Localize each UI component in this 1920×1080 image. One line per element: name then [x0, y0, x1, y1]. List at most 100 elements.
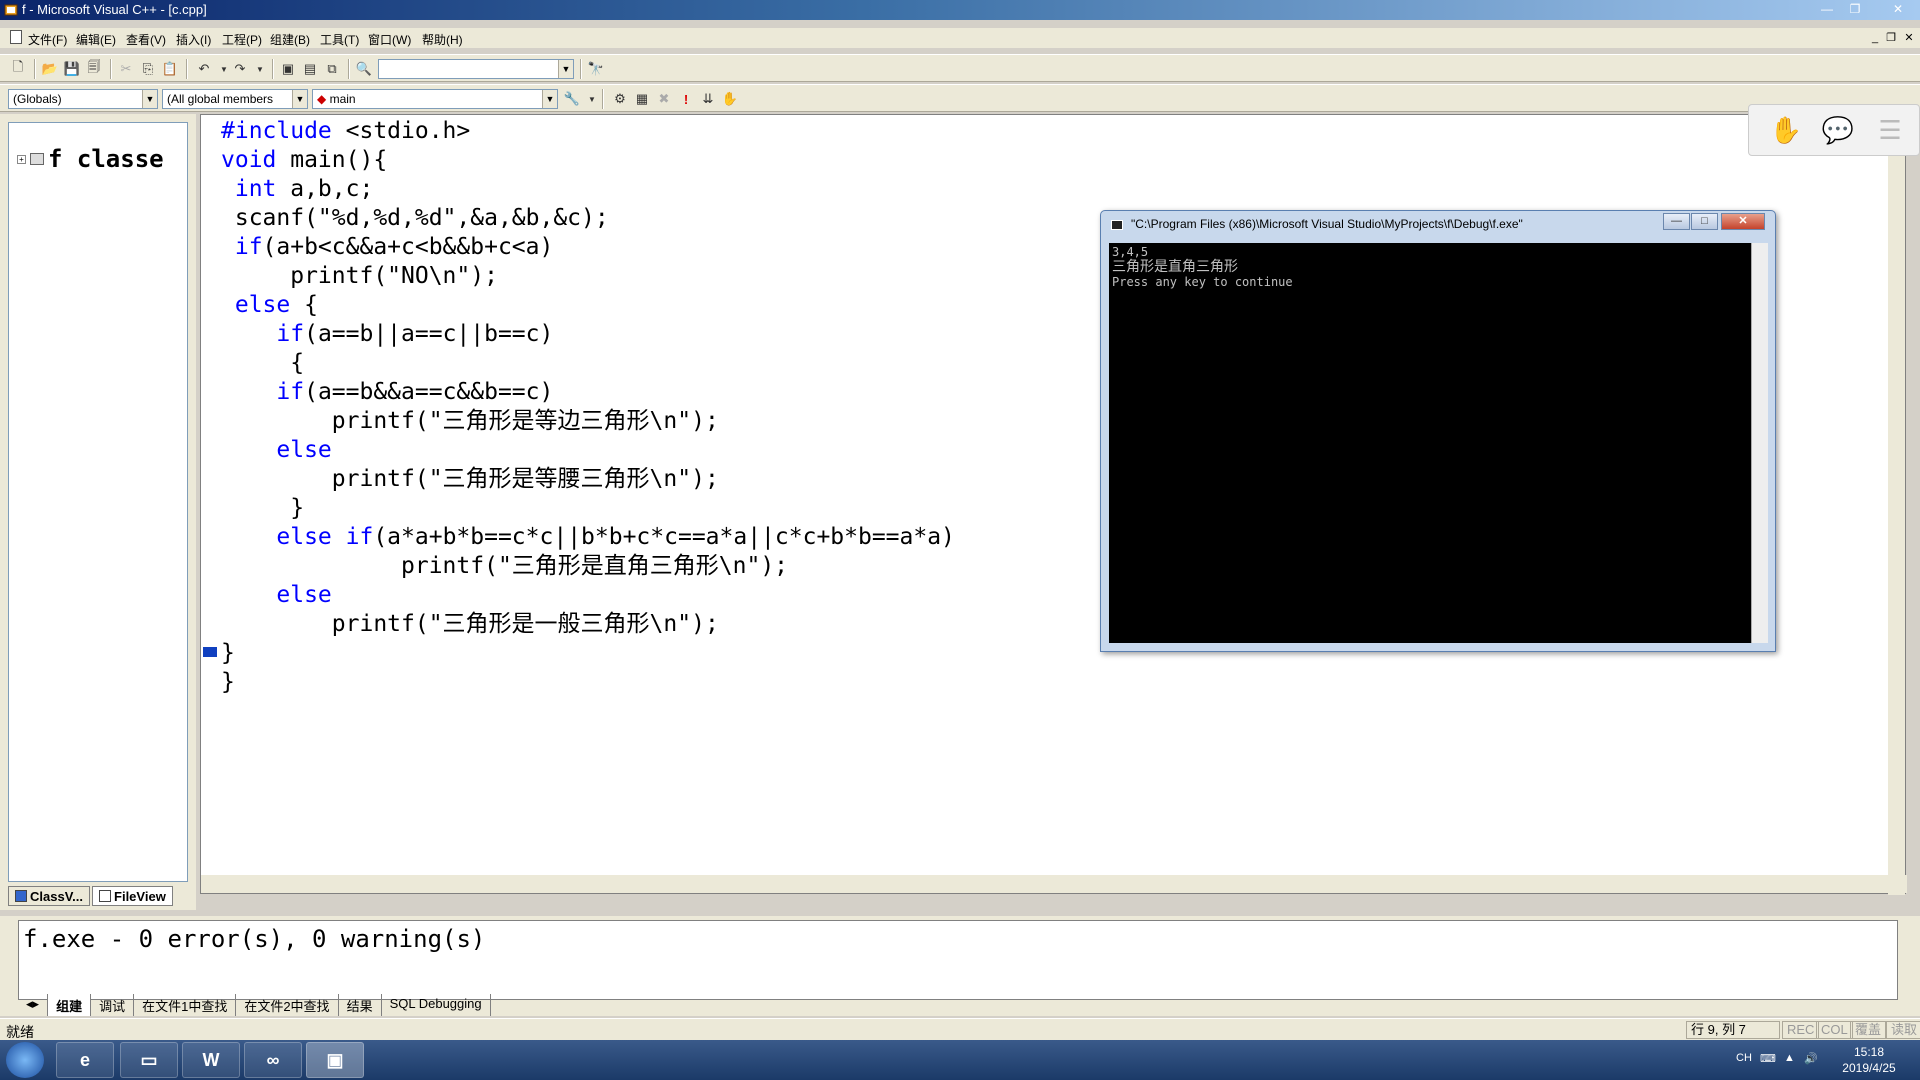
- execute-icon[interactable]: !: [676, 89, 696, 109]
- tab-file-view[interactable]: FileView: [92, 886, 173, 906]
- code-keyword: #include: [221, 118, 332, 144]
- toolbar-separator: [348, 59, 350, 79]
- tab-debug[interactable]: 调试: [91, 994, 135, 1016]
- menu-insert[interactable]: 插入(I): [176, 31, 211, 48]
- class-view-tree[interactable]: + f classe: [8, 122, 188, 882]
- expand-icon[interactable]: +: [17, 154, 26, 164]
- mdi-minimize-button[interactable]: _: [1868, 31, 1882, 45]
- mdi-restore-button[interactable]: ❐: [1884, 31, 1898, 45]
- taskbar: e ▭ W ∞ ▣ CH ⌨ ▲ 🔊 15:18 2019/4/25: [0, 1040, 1920, 1080]
- code-keyword: int: [221, 176, 277, 202]
- wizard-dropdown-icon[interactable]: ▼: [582, 89, 602, 109]
- redo-icon[interactable]: ↷: [230, 59, 250, 79]
- console-scrollbar[interactable]: [1751, 243, 1768, 643]
- minimize-button[interactable]: —: [1814, 1, 1840, 18]
- menu-tools[interactable]: 工具(T): [320, 31, 359, 48]
- keyboard-icon[interactable]: ⌨: [1760, 1052, 1776, 1065]
- vertical-scrollbar[interactable]: [1888, 115, 1905, 895]
- tab-results[interactable]: 结果: [339, 994, 382, 1016]
- members-combo[interactable]: ◆ main ▼: [312, 89, 558, 109]
- code-line[interactable]: void main(){: [221, 146, 1819, 175]
- code-text-segment: <stdio.h>: [331, 118, 471, 144]
- chevron-down-icon[interactable]: ▼: [142, 90, 157, 108]
- copy-icon[interactable]: ⎘: [138, 59, 158, 79]
- language-indicator[interactable]: CH: [1736, 1052, 1752, 1064]
- console-title: "C:\Program Files (x86)\Microsoft Visual…: [1131, 217, 1523, 231]
- workspace-icon[interactable]: ▣: [278, 59, 298, 79]
- menu-window[interactable]: 窗口(W): [368, 31, 411, 48]
- tab-sql-debugging[interactable]: SQL Debugging: [382, 994, 491, 1016]
- menu-help[interactable]: 帮助(H): [422, 31, 463, 48]
- toolbar-separator: [34, 59, 36, 79]
- start-button[interactable]: [6, 1042, 44, 1078]
- find-in-files-icon[interactable]: 🔍: [354, 59, 374, 79]
- console-maximize-button[interactable]: □: [1691, 213, 1718, 230]
- stop-build-icon[interactable]: ✖: [654, 89, 674, 109]
- tree-node-classes[interactable]: + f classe: [17, 145, 164, 173]
- paste-icon[interactable]: 📋: [160, 59, 180, 79]
- output-tab-nav[interactable]: ◂▸: [18, 994, 49, 1016]
- system-clock[interactable]: 15:18 2019/4/25: [1826, 1044, 1912, 1076]
- menu-edit[interactable]: 编辑(E): [76, 31, 116, 48]
- find-binoculars-icon[interactable]: 🔭: [586, 59, 606, 79]
- tab-find-in-files-2[interactable]: 在文件2中查找: [236, 994, 339, 1016]
- code-text-segment: (a*a+b*b==c*c||b*b+c*c==a*a||c*c+b*b==a*…: [373, 524, 955, 550]
- mdi-close-button[interactable]: ✕: [1902, 31, 1916, 45]
- compile-icon[interactable]: ⚙: [610, 89, 630, 109]
- code-text-segment: }: [221, 669, 235, 695]
- console-minimize-button[interactable]: —: [1663, 213, 1690, 230]
- menu-file[interactable]: 文件(F): [28, 31, 67, 48]
- tab-build[interactable]: 组建: [48, 994, 92, 1016]
- undo-icon[interactable]: ↶: [194, 59, 214, 79]
- editor-gutter[interactable]: [201, 115, 219, 893]
- workspace-panel: + f classe ClassV... FileView: [0, 114, 196, 910]
- file-explorer-icon[interactable]: ▭: [120, 1042, 178, 1078]
- console-close-button[interactable]: ✕: [1721, 213, 1765, 230]
- ie-browser-icon[interactable]: e: [56, 1042, 114, 1078]
- chevron-down-icon[interactable]: ▼: [558, 60, 573, 78]
- find-combo[interactable]: ▼: [378, 59, 574, 79]
- window-list-icon[interactable]: ⧉: [322, 59, 342, 79]
- notes-icon[interactable]: ☰: [1873, 115, 1907, 147]
- save-all-icon[interactable]: 🗐: [84, 59, 104, 79]
- volume-icon[interactable]: 🔊: [1804, 1052, 1818, 1065]
- word-icon[interactable]: W: [182, 1042, 240, 1078]
- document-icon[interactable]: [10, 30, 22, 44]
- console-output[interactable]: 3,4,5 三角形是直角三角形 Press any key to continue: [1109, 243, 1751, 643]
- chevron-down-icon[interactable]: ▼: [292, 90, 307, 108]
- console-window[interactable]: "C:\Program Files (x86)\Microsoft Visual…: [1100, 210, 1776, 652]
- build-output-text[interactable]: f.exe - 0 error(s), 0 warning(s): [18, 920, 1898, 1000]
- chevron-down-icon[interactable]: ▼: [542, 90, 557, 108]
- hand-icon[interactable]: ✋: [1769, 115, 1803, 147]
- restore-button[interactable]: ❐: [1842, 1, 1868, 18]
- close-button[interactable]: ✕: [1880, 1, 1916, 18]
- class-combo[interactable]: (Globals) ▼: [8, 89, 158, 109]
- open-folder-icon[interactable]: 📂: [40, 59, 60, 79]
- tab-class-view[interactable]: ClassV...: [8, 886, 91, 906]
- toolbar-separator: [272, 59, 274, 79]
- build-icon[interactable]: ▦: [632, 89, 652, 109]
- code-line[interactable]: }: [221, 668, 1819, 697]
- redo-dropdown-icon[interactable]: ▼: [250, 59, 270, 79]
- breakpoint-hand-icon[interactable]: ✋: [720, 89, 740, 109]
- menu-project[interactable]: 工程(P): [222, 31, 262, 48]
- code-text-segment: {: [290, 292, 318, 318]
- code-line[interactable]: #include <stdio.h>: [221, 117, 1819, 146]
- menu-view[interactable]: 查看(V): [126, 31, 166, 48]
- wizard-action-icon[interactable]: 🔧: [562, 89, 582, 109]
- output-window-icon[interactable]: ▤: [300, 59, 320, 79]
- go-icon[interactable]: ⇊: [698, 89, 718, 109]
- save-icon[interactable]: 💾: [62, 59, 82, 79]
- console-task-icon[interactable]: ▣: [306, 1042, 364, 1078]
- filter-combo[interactable]: (All global members ▼: [162, 89, 308, 109]
- horizontal-scrollbar[interactable]: [201, 875, 1907, 893]
- menu-bar: 文件(F) 编辑(E) 查看(V) 插入(I) 工程(P) 组建(B) 工具(T…: [0, 28, 1920, 48]
- code-line[interactable]: int a,b,c;: [221, 175, 1819, 204]
- tab-find-in-files-1[interactable]: 在文件1中查找: [134, 994, 237, 1016]
- cut-icon[interactable]: ✂: [116, 59, 136, 79]
- new-file-icon[interactable]: 🗋: [8, 59, 28, 79]
- menu-build[interactable]: 组建(B): [270, 31, 310, 48]
- speech-bubble-icon[interactable]: 💬: [1821, 115, 1855, 147]
- tray-arrow-icon[interactable]: ▲: [1784, 1052, 1795, 1064]
- visual-cpp-icon[interactable]: ∞: [244, 1042, 302, 1078]
